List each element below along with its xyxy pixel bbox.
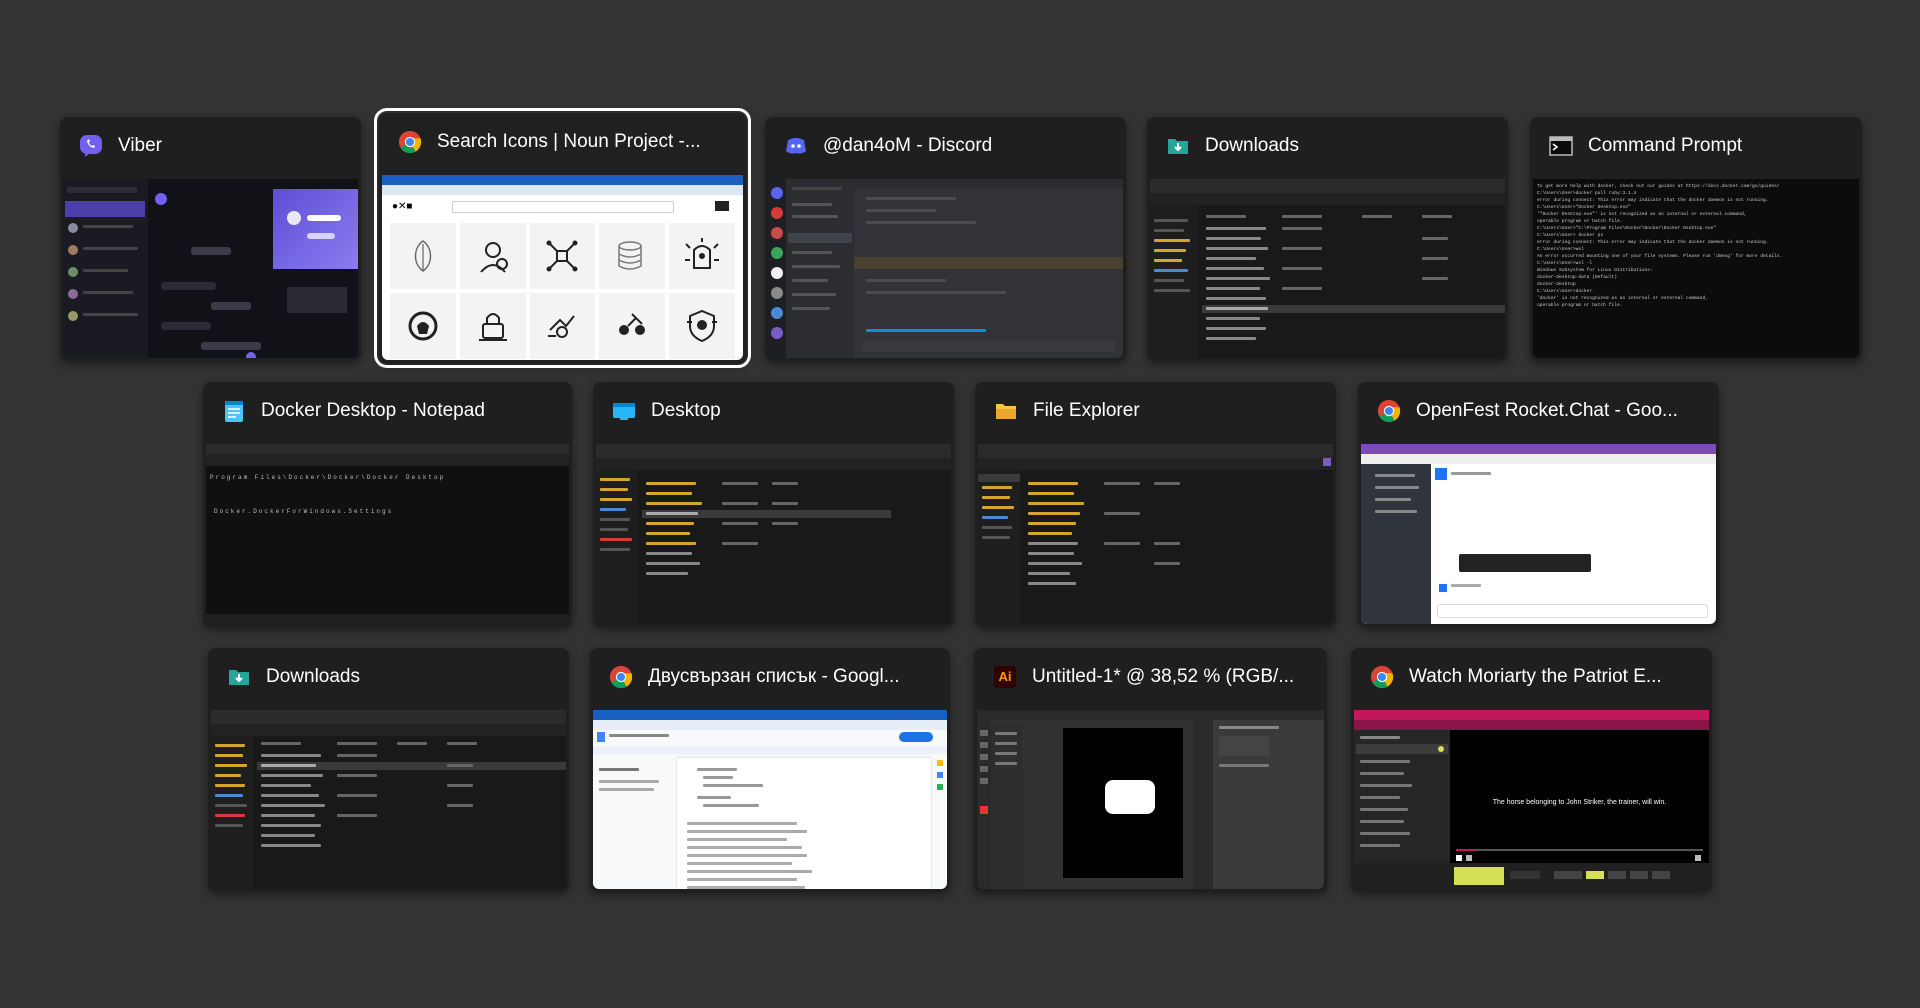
chrome-icon bbox=[1376, 398, 1402, 424]
downloads-thumbnail bbox=[1150, 179, 1505, 358]
window-titlebar: File Explorer bbox=[975, 382, 1336, 440]
window-title: @dan4oM - Discord bbox=[823, 135, 993, 156]
notepad-path-text: Program Files\Docker\Docker\Docker Deskt… bbox=[210, 474, 446, 481]
window-desktop[interactable]: Desktop bbox=[593, 382, 954, 627]
cmd-line: operable program or batch file. bbox=[1537, 303, 1623, 308]
chrome-icon bbox=[608, 664, 634, 690]
file-explorer-icon bbox=[993, 398, 1019, 424]
window-google-docs[interactable]: Двусвързан списък - Googl... bbox=[590, 648, 950, 892]
cmd-line: C:\Users\User>wsl -l bbox=[1537, 261, 1593, 266]
cmd-line: 'docker' is not recognized as an interna… bbox=[1537, 296, 1708, 301]
illustrator-logo-text: Ai bbox=[994, 666, 1016, 688]
window-title: Docker Desktop - Notepad bbox=[261, 400, 485, 421]
window-rocket-chat[interactable]: OpenFest Rocket.Chat - Goo... bbox=[1358, 382, 1719, 627]
downloads-folder-icon bbox=[226, 664, 252, 690]
video-subtitle: The horse belonging to John Striker, the… bbox=[1492, 799, 1667, 806]
cmd-line: operable program or batch file. bbox=[1537, 219, 1623, 224]
window-titlebar: Ai Untitled-1* @ 38,52 % (RGB/... bbox=[974, 648, 1327, 706]
moriarty-thumbnail: The horse belonging to John Striker, the… bbox=[1354, 710, 1709, 889]
cmd-line: docker-desktop bbox=[1537, 282, 1576, 287]
viber-icon bbox=[78, 133, 104, 159]
cmd-line: C:\Users\User>"Docker Desktop.exe" bbox=[1537, 205, 1631, 210]
cmd-line: C:\Users\User>docker bbox=[1537, 289, 1593, 294]
window-illustrator[interactable]: Ai Untitled-1* @ 38,52 % (RGB/... bbox=[974, 648, 1327, 892]
window-titlebar: Viber bbox=[60, 117, 361, 175]
cmd-line: error during connect: This error may ind… bbox=[1537, 240, 1769, 245]
window-command-prompt[interactable]: Command Prompt To get more help with doc… bbox=[1530, 117, 1862, 361]
cmd-line: C:\Users\User> docker ps bbox=[1537, 233, 1604, 238]
window-titlebar: Watch Moriarty the Patriot E... bbox=[1351, 648, 1712, 706]
window-downloads[interactable]: Downloads bbox=[1147, 117, 1508, 361]
window-file-explorer[interactable]: File Explorer bbox=[975, 382, 1336, 627]
cmd-line: C:\Users\User>"C:\Program Files\Docker\D… bbox=[1537, 226, 1717, 231]
command-prompt-thumbnail: To get more help with docker, check out … bbox=[1533, 179, 1859, 358]
cmd-line: Windows Subsystem for Linux Distribution… bbox=[1537, 268, 1653, 273]
window-titlebar: Downloads bbox=[1147, 117, 1508, 175]
noun-project-thumbnail: ●✕■ bbox=[382, 175, 743, 360]
downloads-thumbnail bbox=[211, 710, 566, 889]
cmd-line: C:\Users\User>docker pull ruby:3.1.4 bbox=[1537, 191, 1637, 196]
window-title: Downloads bbox=[1205, 135, 1299, 156]
illustrator-thumbnail bbox=[977, 710, 1324, 889]
window-discord[interactable]: @dan4oM - Discord bbox=[765, 117, 1126, 361]
window-title: Downloads bbox=[266, 666, 360, 687]
notepad-settings-text: Docker.DockerForWindows.Settings bbox=[214, 508, 394, 515]
window-noun-project[interactable]: Search Icons | Noun Project -... ●✕■ bbox=[374, 108, 751, 368]
window-titlebar: Command Prompt bbox=[1530, 117, 1862, 175]
cmd-line: docker-desktop-data (Default) bbox=[1537, 275, 1617, 280]
window-titlebar: Docker Desktop - Notepad bbox=[203, 382, 572, 440]
chrome-icon bbox=[397, 129, 423, 155]
discord-thumbnail bbox=[768, 179, 1123, 358]
file-explorer-thumbnail bbox=[978, 444, 1333, 624]
window-titlebar: Search Icons | Noun Project -... bbox=[379, 113, 746, 171]
viber-thumbnail bbox=[63, 179, 358, 358]
window-titlebar: Двусвързан списък - Googl... bbox=[590, 648, 950, 706]
window-title: File Explorer bbox=[1033, 400, 1140, 421]
window-title: Watch Moriarty the Patriot E... bbox=[1409, 666, 1662, 687]
window-downloads-2[interactable]: Downloads bbox=[208, 648, 569, 892]
window-titlebar: Desktop bbox=[593, 382, 954, 440]
window-titlebar: OpenFest Rocket.Chat - Goo... bbox=[1358, 382, 1719, 440]
window-viber[interactable]: Viber bbox=[60, 117, 361, 361]
illustrator-icon: Ai bbox=[992, 664, 1018, 690]
notepad-thumbnail: Program Files\Docker\Docker\Docker Deskt… bbox=[206, 444, 569, 624]
window-titlebar: @dan4oM - Discord bbox=[765, 117, 1126, 175]
command-prompt-icon bbox=[1548, 133, 1574, 159]
chrome-icon bbox=[1369, 664, 1395, 690]
cmd-line: An error occurred mounting one of your f… bbox=[1537, 254, 1783, 259]
window-notepad[interactable]: Docker Desktop - Notepad Program Files\D… bbox=[203, 382, 572, 627]
rocket-chat-thumbnail bbox=[1361, 444, 1716, 624]
desktop-thumbnail bbox=[596, 444, 951, 624]
window-moriarty[interactable]: Watch Moriarty the Patriot E... The hors… bbox=[1351, 648, 1712, 892]
downloads-folder-icon bbox=[1165, 133, 1191, 159]
cmd-line: To get more help with docker, check out … bbox=[1537, 184, 1780, 189]
window-title: Untitled-1* @ 38,52 % (RGB/... bbox=[1032, 666, 1295, 687]
desktop-folder-icon bbox=[611, 398, 637, 424]
window-title: Viber bbox=[118, 135, 163, 156]
cmd-line: C:\Users\User>wsl bbox=[1537, 247, 1584, 252]
window-title: Search Icons | Noun Project -... bbox=[437, 131, 701, 152]
google-docs-thumbnail bbox=[593, 710, 947, 889]
window-titlebar: Downloads bbox=[208, 648, 569, 706]
discord-icon bbox=[783, 133, 809, 159]
window-title: Desktop bbox=[651, 400, 721, 421]
cmd-line: '"Docker Desktop.exe"' is not recognized… bbox=[1537, 212, 1747, 217]
cmd-line: error during connect: This error may ind… bbox=[1537, 198, 1769, 203]
window-title: Command Prompt bbox=[1588, 135, 1743, 156]
window-title: Двусвързан списък - Googl... bbox=[648, 666, 900, 687]
window-title: OpenFest Rocket.Chat - Goo... bbox=[1416, 400, 1678, 421]
notepad-icon bbox=[221, 398, 247, 424]
